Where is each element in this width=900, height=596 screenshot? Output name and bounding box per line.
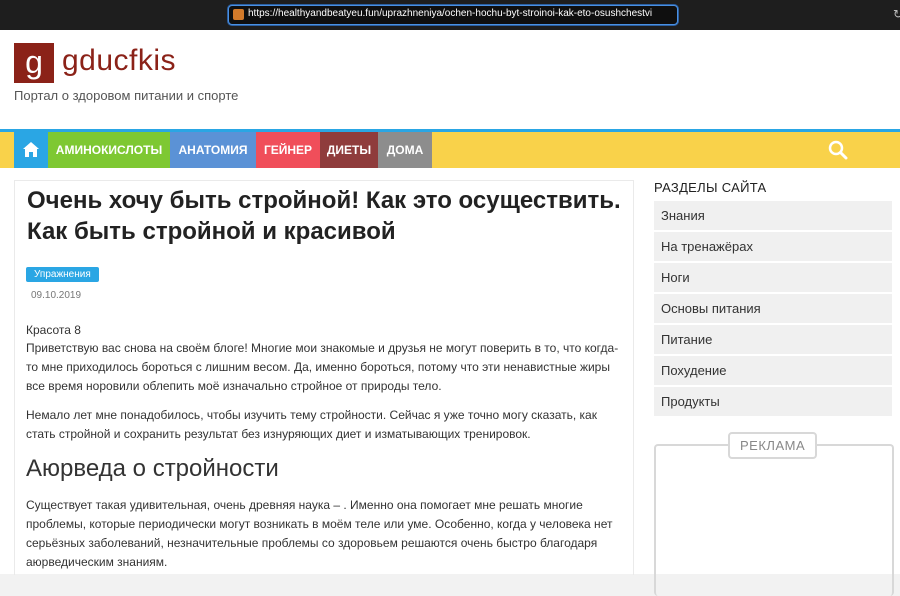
article-paragraph-2: Немало лет мне понадобилось, чтобы изучи… [26,408,597,441]
ad-label: РЕКЛАМА [728,432,818,459]
sidebar-item-label[interactable]: Продукты [654,394,720,409]
sidebar-item-nogi[interactable]: Ноги [654,263,892,292]
search-icon [828,140,848,160]
intro-label: Красота 8 [26,323,81,337]
sidebar-item-label[interactable]: Питание [654,332,712,347]
sidebar-title: РАЗДЕЛЫ САЙТА [654,180,767,195]
article-paragraph-1: Приветствую вас снова на своём блоге! Мн… [26,341,619,393]
sidebar-item-znaniya[interactable]: Знания [654,201,892,230]
category-badge[interactable]: Упражнения [26,267,99,282]
ad-box: РЕКЛАМА [654,432,894,596]
search-button[interactable] [828,140,850,162]
home-icon [23,142,39,157]
site-tagline: Портал о здоровом питании и спорте [14,88,239,103]
article-paragraph-3: Существует такая удивительная, очень дре… [26,498,613,569]
main-nav: АМИНОКИСЛОТЫ АНАТОМИЯ ГЕЙНЕР ДИЕТЫ ДОМА [0,129,900,168]
nav-item-anatomiya[interactable]: АНАТОМИЯ [170,132,256,168]
section-heading: Аюрведа о стройности [26,455,279,482]
sidebar-item-label[interactable]: Похудение [654,363,726,378]
article: Очень хочу быть стройной! Как это осущес… [14,180,634,575]
sidebar-item-label[interactable]: Основы питания [654,301,761,316]
sidebar-item-pohudenie[interactable]: Похудение [654,356,892,385]
sidebar-item-na-trenazherah[interactable]: На тренажёрах [654,232,892,261]
site-name[interactable]: gducfkis [62,44,176,78]
reload-icon[interactable]: ↻ [893,7,900,21]
article-title: Очень хочу быть стройной! Как это осущес… [27,187,621,245]
address-bar[interactable]: https://healthyandbeatyeu.fun/uprazhneni… [228,5,900,25]
sidebar-item-pitanie[interactable]: Питание [654,325,892,354]
nav-item-doma[interactable]: ДОМА [378,132,432,168]
address-bar-url[interactable]: https://healthyandbeatyeu.fun/uprazhneni… [248,8,660,19]
browser-toolbar: https://healthyandbeatyeu.fun/uprazhneni… [0,0,900,30]
sidebar-item-label[interactable]: Знания [654,208,705,223]
sidebar-item-label[interactable]: Ноги [654,270,690,285]
sidebar-item-produkty[interactable]: Продукты [654,387,892,416]
web-page: g gducfkis Портал о здоровом питании и с… [0,30,900,596]
article-date: 09.10.2019 [31,290,82,301]
sidebar-item-osnovy-pitaniya[interactable]: Основы питания [654,294,892,323]
nav-item-aminokisloty[interactable]: АМИНОКИСЛОТЫ [48,132,170,168]
site-logo-icon[interactable]: g [14,43,54,83]
home-button[interactable] [14,132,48,168]
site-favicon-icon [233,9,244,20]
nav-item-geiner[interactable]: ГЕЙНЕР [256,132,320,168]
sidebar-item-label[interactable]: На тренажёрах [654,239,753,254]
nav-item-diety[interactable]: ДИЕТЫ [320,132,378,168]
